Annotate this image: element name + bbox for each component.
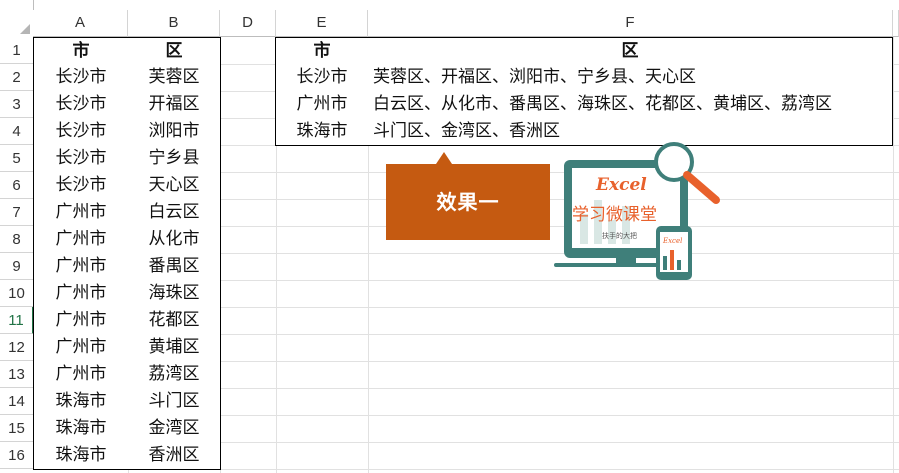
left-table-district-cell[interactable]: 荔湾区 [128, 361, 221, 389]
logo-small-text: 扶手的大把 [602, 231, 637, 240]
left-table-district-cell[interactable]: 宁乡县 [128, 145, 221, 173]
left-table-district-cell[interactable]: 花都区 [128, 307, 221, 335]
select-all-corner[interactable] [0, 0, 34, 38]
row-header-8[interactable]: 8 [0, 226, 34, 253]
logo-subtitle: 学习微课堂 [572, 205, 657, 225]
excel-micro-class-logo: Excel 学习微课堂 扶手的大把 Excel [554, 142, 720, 280]
left-table-district-cell[interactable]: 金湾区 [128, 415, 221, 443]
left-table-header-district[interactable]: 区 [128, 37, 221, 65]
left-table-city-cell[interactable]: 广州市 [33, 307, 129, 335]
gridline-vertical [893, 37, 894, 473]
right-table-city-cell[interactable]: 珠海市 [275, 118, 369, 146]
phone-title: Excel [662, 237, 682, 245]
logo-title: Excel [595, 175, 647, 195]
row-header-3[interactable]: 3 [0, 91, 34, 118]
right-table-city-cell[interactable]: 长沙市 [275, 64, 369, 92]
left-table-city-cell[interactable]: 长沙市 [33, 172, 129, 200]
left-table-city-cell[interactable]: 广州市 [33, 199, 129, 227]
effect-callout-label: 效果一 [436, 190, 500, 214]
column-header-f[interactable]: F [368, 10, 893, 37]
row-header-13[interactable]: 13 [0, 361, 34, 388]
right-table-district-list-cell[interactable]: 芙蓉区、开福区、浏阳市、宁乡县、天心区 [368, 64, 893, 92]
row-header-11[interactable]: 11 [0, 307, 34, 334]
left-table-district-cell[interactable]: 开福区 [128, 91, 221, 119]
left-table-city-cell[interactable]: 广州市 [33, 253, 129, 281]
left-table-district-cell[interactable]: 从化市 [128, 226, 221, 254]
left-table-district-cell[interactable]: 番禺区 [128, 253, 221, 281]
select-all-triangle-icon [20, 24, 30, 34]
phone-bar [663, 256, 667, 270]
left-table-city-cell[interactable]: 长沙市 [33, 145, 129, 173]
row-header-12[interactable]: 12 [0, 334, 34, 361]
left-table-district-cell[interactable]: 天心区 [128, 172, 221, 200]
left-table-district-cell[interactable]: 黄埔区 [128, 334, 221, 362]
left-table-district-cell[interactable]: 白云区 [128, 199, 221, 227]
left-table-city-cell[interactable]: 珠海市 [33, 442, 129, 470]
phone-bar [677, 260, 681, 270]
right-table-city-cell[interactable]: 广州市 [275, 91, 369, 119]
left-table-district-cell[interactable]: 浏阳市 [128, 118, 221, 146]
row-header-6[interactable]: 6 [0, 172, 34, 199]
phone-bar [670, 250, 674, 270]
left-table-district-cell[interactable]: 香洲区 [128, 442, 221, 470]
row-header-16[interactable]: 16 [0, 442, 34, 469]
left-table-district-cell[interactable]: 芙蓉区 [128, 64, 221, 92]
row-header-7[interactable]: 7 [0, 199, 34, 226]
row-header-10[interactable]: 10 [0, 280, 34, 307]
left-table-city-cell[interactable]: 广州市 [33, 226, 129, 254]
magnifier-handle [683, 171, 720, 204]
left-table-city-cell[interactable]: 广州市 [33, 361, 129, 389]
left-table-city-cell[interactable]: 长沙市 [33, 118, 129, 146]
row-header-4[interactable]: 4 [0, 118, 34, 145]
left-table-city-cell[interactable]: 广州市 [33, 280, 129, 308]
column-header-b[interactable]: B [128, 10, 220, 37]
row-header-5[interactable]: 5 [0, 145, 34, 172]
left-table-city-cell[interactable]: 珠海市 [33, 415, 129, 443]
right-table-district-list-cell[interactable]: 白云区、从化市、番禺区、海珠区、花都区、黄埔区、荔湾区 [368, 91, 893, 119]
left-table-header-city[interactable]: 市 [33, 37, 129, 65]
row-header-2[interactable]: 2 [0, 64, 34, 91]
column-header-g[interactable] [893, 10, 899, 37]
left-table-city-cell[interactable]: 珠海市 [33, 388, 129, 416]
left-table-city-cell[interactable]: 广州市 [33, 334, 129, 362]
right-table-header-district[interactable]: 区 [368, 37, 893, 65]
left-table-city-cell[interactable]: 长沙市 [33, 64, 129, 92]
row-header-14[interactable]: 14 [0, 388, 34, 415]
column-header-e[interactable]: E [276, 10, 368, 37]
column-header-d[interactable]: D [220, 10, 276, 37]
column-header-a[interactable]: A [33, 10, 128, 37]
left-table-city-cell[interactable]: 长沙市 [33, 91, 129, 119]
left-table-district-cell[interactable]: 海珠区 [128, 280, 221, 308]
left-table-district-cell[interactable]: 斗门区 [128, 388, 221, 416]
header-top-strip [34, 0, 899, 10]
row-header-1[interactable]: 1 [0, 37, 34, 64]
row-header-15[interactable]: 15 [0, 415, 34, 442]
row-header-9[interactable]: 9 [0, 253, 34, 280]
right-table-header-city[interactable]: 市 [275, 37, 369, 65]
